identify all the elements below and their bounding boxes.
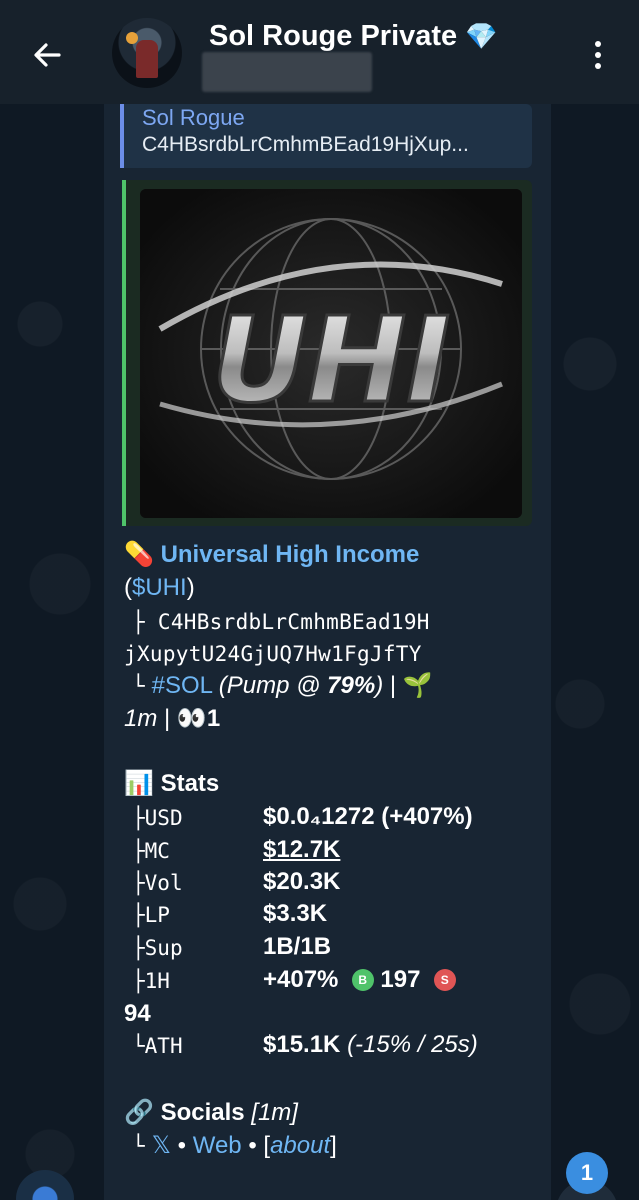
chain-hashtag[interactable]: #SOL — [152, 672, 212, 699]
socials-heading: 🔗 Socials [1m] — [124, 1099, 298, 1126]
reply-preview[interactable]: Sol Rogue C4HBsrdbLrCmhmBEad19HjXup... — [120, 104, 532, 168]
pill-icon: 💊 — [124, 541, 154, 568]
token-logo-image[interactable]: UHI — [140, 189, 522, 518]
chain-line: └ #SOL (Pump @ 79%) | 🌱 — [132, 672, 433, 699]
stat-value-ath: $15.1K (-15% / 25s) — [263, 1031, 478, 1058]
more-options-button[interactable] — [578, 30, 618, 80]
x-link[interactable]: 𝕏 — [152, 1132, 171, 1159]
stat-value-vol: $20.3K — [263, 868, 341, 895]
ticker-line: ($UHI) — [124, 574, 195, 601]
link-icon: 🔗 — [124, 1099, 154, 1126]
address-line-1[interactable]: ├ C4HBsrdbLrCmhmBEad19H — [132, 606, 552, 639]
redacted-subtitle — [202, 52, 372, 92]
reply-sender: Sol Rogue — [142, 105, 245, 130]
buy-badge-icon: B — [351, 969, 374, 991]
chat-title[interactable]: Sol Rouge Private 💎 — [209, 20, 498, 53]
socials-links: └ 𝕏 • Web • [about] — [132, 1132, 337, 1159]
arrow-left-icon — [34, 43, 61, 67]
web-link[interactable]: Web — [193, 1132, 242, 1159]
contract-address-part-1: C4HBsrdbLrCmhmBEad19H — [157, 610, 430, 634]
contract-address-part-2: jXupytU24GjUQ7Hw1FgJfTY — [124, 642, 422, 666]
chat-header: Sol Rouge Private 💎 — [0, 0, 639, 104]
pump-percent: 79% — [327, 672, 376, 699]
stats-heading: 📊 Stats — [124, 770, 220, 797]
coin-icon — [126, 32, 138, 44]
about-link[interactable]: about — [270, 1132, 330, 1159]
buy-count: 197 — [380, 966, 421, 993]
stat-value-1h: +407% B 197 S — [263, 966, 456, 994]
sell-count: 94 — [124, 1000, 151, 1027]
stat-value-sup: 1B/1B — [263, 933, 332, 960]
age-line: 1m | 👀1 — [124, 705, 221, 732]
dot-icon — [595, 41, 601, 47]
eyes-icon: 👀 — [176, 705, 207, 732]
stat-value-mc-link[interactable]: $12.7K — [263, 836, 340, 864]
chat-title-text: Sol Rouge Private — [209, 20, 458, 52]
token-age: 1m — [124, 705, 158, 732]
chart-icon: 📊 — [124, 770, 154, 797]
diamond-icon: 💎 — [465, 21, 498, 51]
stat-value-lp: $3.3K — [263, 900, 328, 927]
sprout-icon: 🌱 — [402, 672, 433, 699]
uhi-logo-icon: UHI — [140, 189, 522, 518]
stat-value-usd: $0.0₄1272 (+407%) — [263, 803, 473, 830]
watcher-count: 1 — [206, 705, 221, 732]
avatar-figure — [136, 40, 158, 78]
ticker-link[interactable]: $UHI — [132, 574, 187, 601]
address-line-2[interactable]: jXupytU24GjUQ7Hw1FgJfTY — [124, 638, 544, 671]
dot-icon — [595, 63, 601, 69]
back-button[interactable] — [22, 30, 72, 80]
token-name-link[interactable]: Universal High Income — [161, 541, 420, 568]
sell-badge-icon: S — [433, 969, 456, 991]
dot-icon — [595, 52, 601, 58]
logo-text: UHI — [212, 291, 450, 429]
reply-text: C4HBsrdbLrCmhmBEad19HjXup... — [142, 133, 469, 156]
chat-avatar[interactable] — [112, 18, 182, 88]
token-title-line: 💊 Universal High Income — [124, 539, 544, 572]
unread-badge[interactable]: 1 — [566, 1152, 608, 1194]
